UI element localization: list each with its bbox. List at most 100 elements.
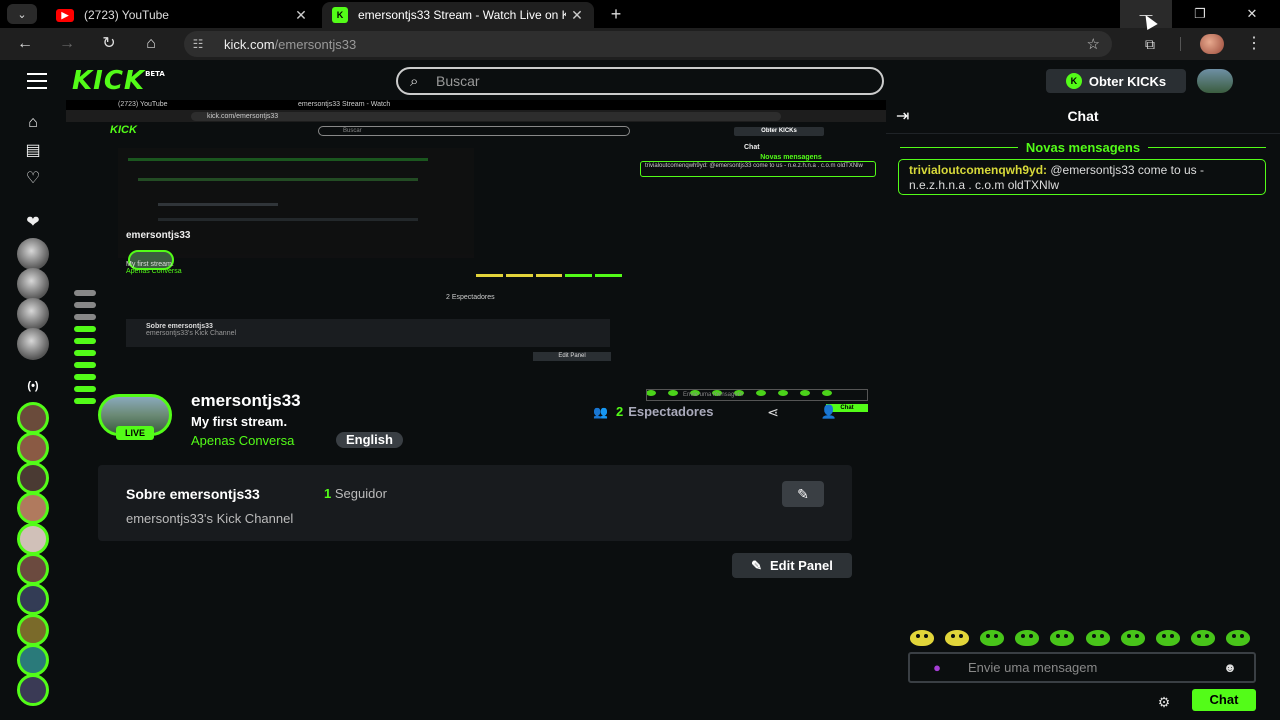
microphone-icon[interactable]: ● [926, 657, 948, 679]
edit-about-button[interactable]: ✎ [782, 481, 824, 507]
mirror-edit-panel: Edit Panel [533, 352, 611, 361]
live-channel-avatar[interactable] [17, 553, 49, 585]
mirror-tab: (2723) YouTube [118, 101, 168, 108]
top-navigation: KICKBETA ⌕ Buscar K Obter KICKs [0, 60, 1280, 104]
close-window-button[interactable]: ✕ [1226, 0, 1278, 28]
emote[interactable] [1120, 630, 1145, 646]
bookmark-star-icon[interactable]: ☆ [1087, 35, 1100, 53]
mirror-progress [476, 274, 622, 280]
emote[interactable] [1190, 630, 1215, 646]
user-avatar[interactable] [1197, 69, 1233, 93]
new-messages-divider: Novas mensagens [900, 139, 1267, 155]
live-channel-avatar[interactable] [17, 583, 49, 615]
live-badge: LIVE [116, 426, 154, 440]
back-icon[interactable]: ← [12, 32, 38, 56]
mirror-chat-input: Envie uma mensagem [646, 389, 868, 401]
get-kicks-button[interactable]: K Obter KICKs [1046, 69, 1186, 93]
viewers-icon: 👥 [593, 404, 608, 419]
reload-icon[interactable]: ↻ [96, 32, 122, 56]
live-channel-avatar[interactable] [17, 492, 49, 524]
mirror-tab: emersontjs33 Stream - Watch [298, 101, 391, 108]
search-placeholder: Buscar [436, 73, 480, 89]
followers-count: 1 Seguidor [324, 486, 387, 501]
mirror-about: Sobre emersontjs33 emersontjs33's Kick C… [126, 319, 610, 347]
streamer-name[interactable]: emersontjs33 [191, 391, 301, 411]
tab-youtube[interactable]: ▶ (2723) YouTube ✕ [46, 2, 318, 28]
channel-avatar[interactable] [17, 298, 49, 330]
browser-toolbar: ← → ↻ ⌂ ☷ kick.com/emersontjs33 ☆ ⧉ ⋮ [0, 28, 1280, 60]
toolbar-divider [1180, 37, 1181, 51]
profile-avatar[interactable] [1200, 34, 1224, 54]
kick-logo[interactable]: KICKBETA [72, 66, 165, 96]
kick-page: KICKBETA ⌕ Buscar K Obter KICKs ⌂ ▤ ♡ ❤ … [0, 60, 1280, 720]
emote[interactable] [1015, 630, 1040, 646]
following-icon[interactable]: ♡ [22, 168, 44, 190]
live-channel-avatar[interactable] [17, 462, 49, 494]
youtube-icon: ▶ [56, 8, 74, 22]
home-icon[interactable]: ⌂ [138, 32, 164, 56]
close-tab-icon[interactable]: ✕ [290, 7, 312, 24]
mirror-tabbar: (2723) YouTube emersontjs33 Stream - Wat… [66, 100, 886, 110]
emote[interactable] [910, 630, 934, 646]
menu-icon[interactable] [27, 73, 47, 89]
emote[interactable] [1050, 630, 1075, 646]
emote[interactable] [980, 630, 1005, 646]
add-follower-icon[interactable]: 👤 [818, 402, 840, 422]
forward-icon[interactable]: → [54, 32, 80, 56]
gear-icon[interactable]: ⚙ [1154, 692, 1174, 712]
chat-message: trivialoutcomenqwh9yd: @emersontjs33 com… [898, 159, 1266, 195]
live-channel-avatar[interactable] [17, 402, 49, 434]
emote[interactable] [1155, 630, 1180, 646]
channel-avatar[interactable] [17, 238, 49, 270]
emote[interactable] [1225, 630, 1250, 646]
about-panel: Sobre emersontjs33 1 Seguidor emersontjs… [98, 465, 852, 541]
tab-title: (2723) YouTube [84, 8, 169, 22]
chat-message-input[interactable]: ● Envie uma mensagem ☻ [908, 652, 1256, 683]
mirror-chat-message: trivialoutcomenqwh9yd: @emersontjs33 com… [640, 161, 876, 177]
restore-button[interactable]: ❐ [1174, 0, 1226, 28]
mirror-chat-title: Chat [744, 144, 760, 151]
address-bar[interactable]: ☷ kick.com/emersontjs33 ☆ [184, 31, 1112, 57]
close-tab-icon[interactable]: ✕ [566, 7, 588, 24]
emote-bar [910, 630, 1250, 650]
tab-kick[interactable]: K emersontjs33 Stream - Watch Live on Ki… [322, 2, 594, 28]
language-tag[interactable]: English [336, 432, 403, 448]
tab-title: emersontjs33 Stream - Watch Live on Kick [358, 8, 566, 22]
mirror-kicks: Obter KICKs [734, 127, 824, 136]
share-icon[interactable]: ⋖ [763, 402, 783, 422]
search-input[interactable]: ⌕ Buscar [396, 67, 884, 95]
home-icon[interactable]: ⌂ [22, 112, 44, 134]
mirror-search: Buscar [318, 126, 630, 136]
live-channel-avatar[interactable] [17, 523, 49, 555]
browse-icon[interactable]: ▤ [22, 140, 44, 162]
emote[interactable] [1085, 630, 1110, 646]
search-icon: ⌕ [410, 72, 419, 90]
chat-username[interactable]: trivialoutcomenqwh9yd: [909, 163, 1047, 177]
extensions-icon[interactable]: ⧉ [1138, 33, 1162, 55]
tab-search-button[interactable]: ⌄ [7, 4, 37, 24]
live-channel-avatar[interactable] [17, 432, 49, 464]
mirror-spectators: 2 Espectadores [446, 294, 495, 301]
kicks-icon: K [1065, 73, 1082, 89]
about-heading: Sobre emersontjs33 [126, 486, 260, 502]
viewer-count: 👥 2 Espectadores [593, 404, 714, 419]
site-info-icon[interactable]: ☷ [184, 37, 212, 51]
edit-panel-button[interactable]: ✎ Edit Panel [732, 553, 852, 578]
chat-title: Chat [1067, 108, 1099, 124]
video-player[interactable]: (2723) YouTube emersontjs33 Stream - Wat… [66, 100, 886, 430]
chat-placeholder: Envie uma mensagem [968, 660, 1098, 675]
channel-avatar[interactable] [17, 268, 49, 300]
chat-send-button[interactable]: Chat [1192, 689, 1256, 711]
more-menu-icon[interactable]: ⋮ [1244, 33, 1264, 55]
emoji-picker-icon[interactable]: ☻ [1220, 660, 1240, 675]
favorites-heart-icon[interactable]: ❤ [22, 212, 44, 234]
emote[interactable] [945, 630, 970, 646]
channel-avatar[interactable] [17, 328, 49, 360]
about-description: emersontjs33's Kick Channel [126, 511, 294, 526]
live-channel-avatar[interactable] [17, 644, 49, 676]
url-host: kick.com [224, 36, 275, 52]
stream-category[interactable]: Apenas Conversa [191, 433, 294, 448]
new-tab-button[interactable]: + [604, 4, 628, 24]
live-channel-avatar[interactable] [17, 674, 49, 706]
live-channel-avatar[interactable] [17, 614, 49, 646]
